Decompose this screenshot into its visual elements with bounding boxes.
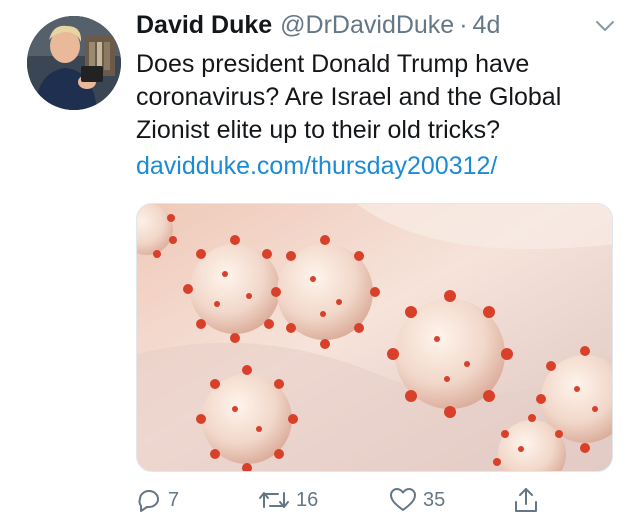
tweet-timestamp[interactable]: 4d (473, 11, 501, 40)
tweet-text: Does president Donald Trump have coronav… (136, 48, 626, 147)
separator-dot: · (459, 11, 468, 39)
virus-particle (196, 365, 298, 471)
tweet-link[interactable]: davidduke.com/thursday200312/ (136, 150, 497, 183)
author-name[interactable]: David Duke (136, 11, 272, 40)
retweet-icon (259, 492, 289, 508)
like-button[interactable]: 35 (389, 482, 445, 518)
heart-icon (390, 488, 416, 511)
virus-particle (387, 290, 513, 418)
retweet-count: 16 (296, 488, 319, 511)
retweet-button[interactable]: 16 (258, 482, 318, 518)
reply-count: 7 (168, 488, 180, 511)
share-icon (515, 488, 537, 512)
tweet-text-line: Zionist elite up to their old tricks? (136, 116, 501, 144)
tweet-text-line: coronavirus? Are Israel and the Global (136, 83, 562, 111)
tweet: David Duke @DrDavidDuke · 4d Does presid… (0, 0, 640, 520)
like-count: 35 (423, 488, 446, 511)
reply-icon (138, 490, 159, 512)
share-button[interactable] (513, 482, 545, 518)
tweet-header: David Duke @DrDavidDuke · 4d (136, 11, 500, 45)
more-options-chevron-icon[interactable] (594, 18, 616, 34)
avatar-image (27, 16, 121, 110)
media-image[interactable] (136, 203, 613, 472)
tweet-actions: 7 16 35 (0, 482, 640, 518)
author-handle[interactable]: @DrDavidDuke (280, 11, 454, 40)
avatar[interactable] (27, 16, 121, 110)
tweet-text-line: Does president Donald Trump have (136, 50, 530, 78)
reply-button[interactable]: 7 (136, 482, 179, 518)
virus-image (137, 204, 612, 471)
